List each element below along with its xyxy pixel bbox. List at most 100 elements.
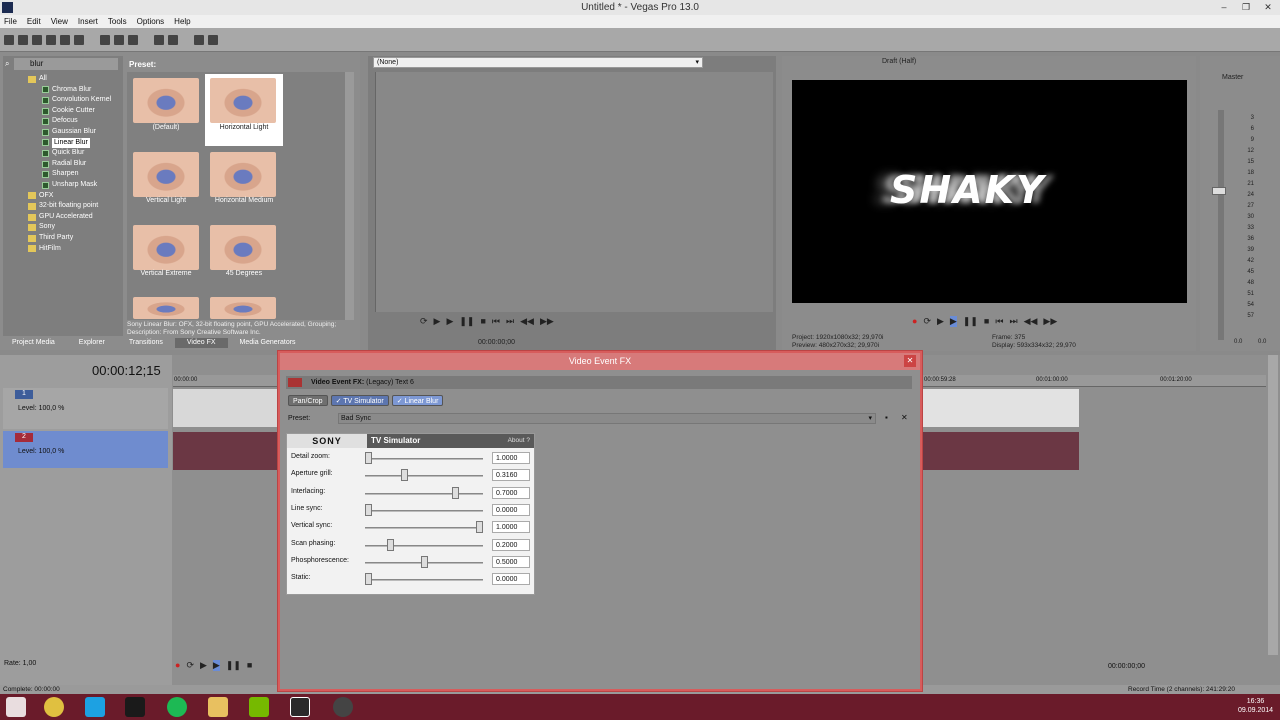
stop-icon[interactable]: ■ [984,316,989,327]
paste-icon[interactable] [128,34,138,45]
menu-tools[interactable]: Tools [108,15,127,28]
save-as-icon[interactable] [46,34,56,45]
tab-media-generators[interactable]: Media Generators [228,338,308,348]
record-icon[interactable]: ● [175,660,180,671]
next-frame-icon[interactable]: ⏭ [506,316,514,327]
menu-edit[interactable]: Edit [27,15,41,28]
preset-thumb[interactable] [210,152,276,197]
skype-icon[interactable] [85,697,105,717]
search-input[interactable]: blur [14,58,118,70]
app-icon[interactable] [2,2,13,13]
param-slider-handle[interactable] [451,486,459,499]
loop-icon[interactable]: ⟳ [923,316,931,327]
steam-icon[interactable] [125,697,145,717]
param-slider-handle[interactable] [400,469,408,482]
copy-icon[interactable] [114,34,124,45]
tree-item[interactable]: HitFilm [12,244,124,255]
param-slider-handle[interactable] [365,573,372,586]
tree-item[interactable]: Third Party [12,233,124,244]
stop-icon[interactable]: ■ [480,316,485,327]
tab-explorer[interactable]: Explorer [67,338,117,348]
param-slider-track[interactable] [365,579,483,582]
preset-thumb[interactable] [133,225,199,270]
param-slider-handle[interactable] [387,538,395,551]
properties-icon[interactable] [74,34,84,45]
tree-item[interactable]: Gaussian Blur [12,127,124,138]
undo-icon[interactable] [154,34,164,45]
preset-scrollbar[interactable] [345,72,354,320]
preset-thumb[interactable] [133,297,199,319]
param-slider-handle[interactable] [365,452,372,464]
chain-pan-crop-button[interactable]: Pan/Crop [288,395,328,406]
param-slider-track[interactable] [365,458,483,460]
delete-preset-icon[interactable]: ✕ [901,413,908,422]
tree-item[interactable]: All [12,74,124,85]
vegas-icon[interactable] [290,697,310,717]
menu-insert[interactable]: Insert [78,15,98,28]
spotify-icon[interactable] [167,697,187,717]
whats-this-icon[interactable] [208,34,218,45]
param-value-field[interactable]: 1.0000 [492,521,530,534]
loop-icon[interactable]: ⟳ [186,660,194,671]
start-icon[interactable] [6,697,26,717]
tree-item[interactable]: OFX [12,191,124,202]
rewind-icon[interactable]: ◀◀ [520,316,534,327]
param-value-field[interactable]: 0.7000 [492,486,530,499]
param-slider-handle[interactable] [476,521,483,534]
param-slider-track[interactable] [365,492,483,495]
tree-item[interactable]: Chroma Blur [12,85,124,96]
tree-item[interactable]: 32-bit floating point [12,201,124,212]
tree-item[interactable]: Linear Blur [12,137,124,149]
param-value-field[interactable]: 0.3160 [492,469,530,482]
prev-frame-icon[interactable]: ⏮ [492,316,500,327]
preset-thumb[interactable] [210,78,276,123]
timeline-scrollbar[interactable] [1268,355,1278,655]
video-clip[interactable] [922,432,1079,470]
tab-transitions[interactable]: Transitions [117,338,175,348]
tree-item[interactable]: Radial Blur [12,159,124,170]
preset-thumb[interactable] [133,78,199,123]
about-button[interactable]: About ? [508,434,530,448]
tree-item[interactable]: Defocus [12,116,124,127]
param-value-field[interactable]: 0.0000 [492,503,530,516]
go-start-icon[interactable]: ⏮ [995,316,1003,327]
play-from-start-icon[interactable]: ▶ [446,316,453,327]
next-frame-icon[interactable]: ▶▶ [1043,316,1057,327]
tree-item[interactable]: Unsharp Mask [12,180,124,191]
menu-options[interactable]: Options [137,15,165,28]
master-fader[interactable] [1212,187,1226,195]
play-icon[interactable]: ▶ [212,660,220,671]
param-value-field[interactable]: 0.5000 [492,555,530,568]
preset-thumb[interactable] [210,225,276,270]
pause-icon[interactable]: ❚❚ [459,316,474,327]
tree-item[interactable]: Sony [12,222,124,233]
redo-icon[interactable] [168,34,178,45]
new-icon[interactable] [4,34,14,45]
tree-item[interactable]: Cookie Cutter [12,106,124,117]
video-clip[interactable] [922,389,1079,427]
cut-icon[interactable] [100,34,110,45]
preview-quality[interactable]: Draft (Half) [882,58,916,65]
chrome-icon[interactable] [44,697,64,717]
param-slider-track[interactable] [365,509,483,512]
param-slider-handle[interactable] [420,555,428,568]
close-icon[interactable]: ✕ [1257,0,1279,15]
save-icon[interactable] [32,34,42,45]
preset-thumb[interactable] [210,297,276,319]
tree-item[interactable]: Sharpen [12,169,124,180]
open-icon[interactable] [18,34,28,45]
tree-item[interactable]: Quick Blur [12,148,124,159]
param-slider-track[interactable] [365,527,483,530]
param-value-field[interactable]: 0.0000 [492,573,530,586]
stop-icon[interactable]: ■ [247,660,252,671]
pause-icon[interactable]: ❚❚ [963,316,978,327]
play-icon[interactable]: ▶ [434,316,441,327]
param-slider-track[interactable] [365,475,483,478]
loop-icon[interactable]: ⟳ [420,316,428,327]
play-icon[interactable]: ▶ [949,316,957,327]
file-explorer-icon[interactable] [208,697,228,717]
trimmer-view[interactable] [375,72,773,312]
tree-item[interactable]: Convolution Kernel [12,95,124,106]
param-value-field[interactable]: 0.2000 [492,538,530,551]
tab-video-fx[interactable]: Video FX [174,338,228,348]
